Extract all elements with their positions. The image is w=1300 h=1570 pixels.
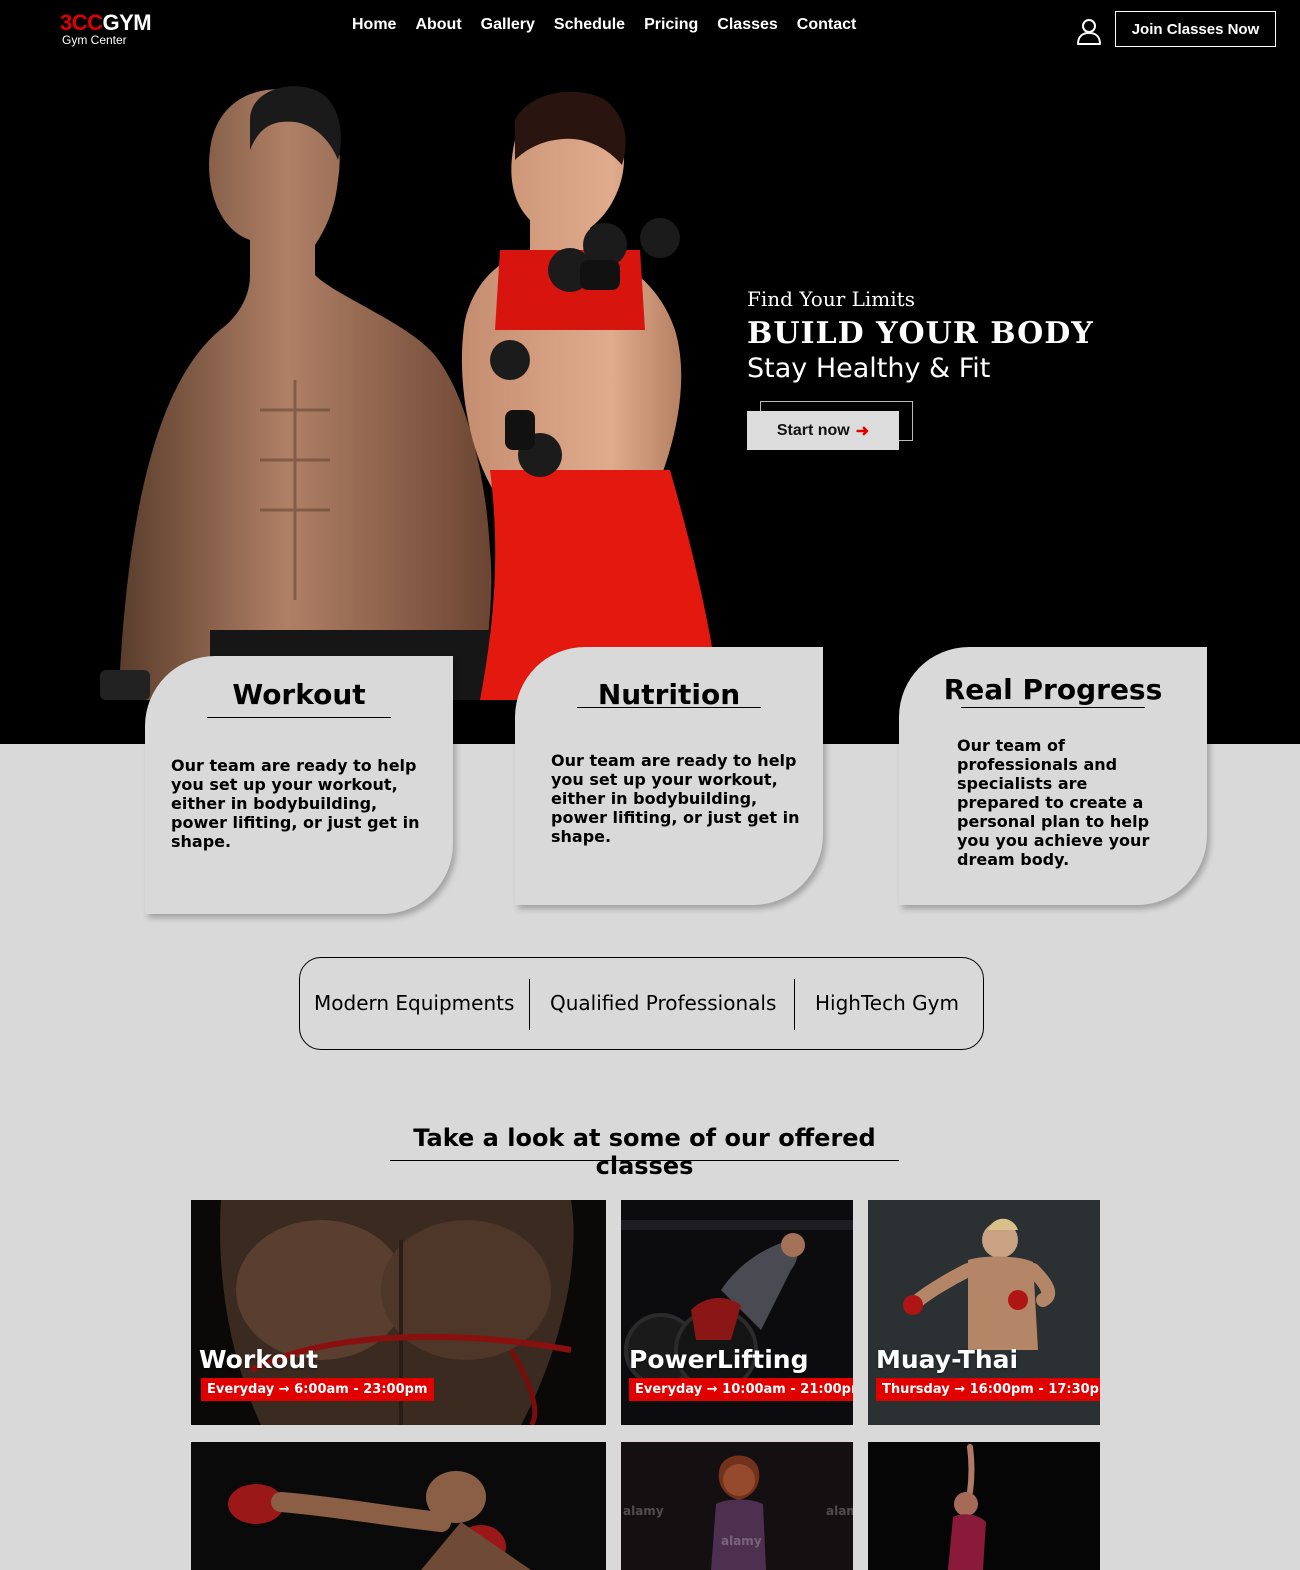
feature-card-rule [961,707,1145,708]
watermark: alamy [721,1534,762,1548]
logo-white-part: GYM [102,10,152,35]
nav-gallery[interactable]: Gallery [481,16,535,34]
feature-card-workout: Workout Our team are ready to help you s… [145,656,453,914]
hero-eyebrow: Find Your Limits [747,287,915,311]
classes-heading: Take a look at some of our offered class… [413,1124,876,1180]
feature-card-rule [207,717,391,718]
hero-athletes-image [100,86,720,700]
hero-subtitle: Stay Healthy & Fit [747,353,991,384]
class-card-boxing[interactable] [191,1442,606,1570]
class-name: Muay-Thai [876,1345,1019,1374]
highlight-modern-equipments: Modern Equipments [314,991,515,1015]
feature-card-title: Workout [232,678,366,711]
class-name: Workout [199,1345,319,1374]
watermark: alamy [623,1504,664,1518]
feature-card-title: Real Progress [943,673,1163,706]
nav-home[interactable]: Home [352,16,396,34]
class-photo-dance [868,1442,1100,1570]
highlight-divider [794,979,795,1030]
feature-card-real-progress: Real Progress Our team of professionals … [899,647,1207,905]
feature-card-text: Our team are ready to help you set up yo… [551,751,800,846]
nav-about[interactable]: About [415,16,461,34]
feature-card-text: Our team of professionals and specialist… [957,736,1150,869]
hero-title: BUILD YOUR BODY [747,316,1094,351]
feature-card-text: Our team are ready to help you set up yo… [171,756,420,851]
logo-wordmark: 3CCGYM [60,10,152,35]
user-icon[interactable] [1075,17,1103,45]
class-schedule-badge: Everyday → 6:00am - 23:00pm [201,1378,434,1401]
class-card-dance[interactable] [868,1442,1100,1570]
class-card-powerlifting[interactable]: PowerLifting Everyday → 10:00am - 21:00p… [621,1200,853,1425]
feature-card-rule [577,707,761,708]
class-name: PowerLifting [629,1345,809,1374]
highlight-qualified-professionals: Qualified Professionals [550,991,777,1015]
logo-subtitle: Gym Center [62,33,127,47]
main-nav: Home About Gallery Schedule Pricing Clas… [352,16,856,34]
nav-schedule[interactable]: Schedule [554,16,625,34]
class-schedule-badge: Thursday → 16:00pm - 17:30pm [876,1378,1100,1401]
logo-red-part: 3CC [60,10,103,35]
highlight-hightech-gym: HighTech Gym [815,991,959,1015]
start-now-button[interactable]: Start now ➜ [747,411,899,450]
class-photo-boxing [191,1442,606,1570]
arrow-right-icon: ➜ [855,422,870,440]
feature-card-nutrition: Nutrition Our team are ready to help you… [515,647,823,905]
watermark: alamy [826,1504,853,1518]
highlight-divider [529,979,530,1030]
class-card-workout[interactable]: Workout Everyday → 6:00am - 23:00pm [191,1200,606,1425]
nav-contact[interactable]: Contact [797,16,857,34]
classes-heading-rule [390,1160,899,1161]
highlights-strip: Modern Equipments Qualified Professional… [299,957,984,1050]
class-card-muay-thai[interactable]: Muay-Thai Thursday → 16:00pm - 17:30pm [868,1200,1100,1425]
nav-pricing[interactable]: Pricing [644,16,698,34]
logo[interactable]: 3CCGYM Gym Center [60,10,152,47]
nav-classes[interactable]: Classes [717,16,778,34]
class-schedule-badge: Everyday → 10:00am - 21:00pm [629,1378,853,1401]
class-card-fitness[interactable]: alamy alamy alamy [621,1442,853,1570]
join-classes-button[interactable]: Join Classes Now [1115,11,1276,47]
start-now-label: Start now [776,421,850,439]
